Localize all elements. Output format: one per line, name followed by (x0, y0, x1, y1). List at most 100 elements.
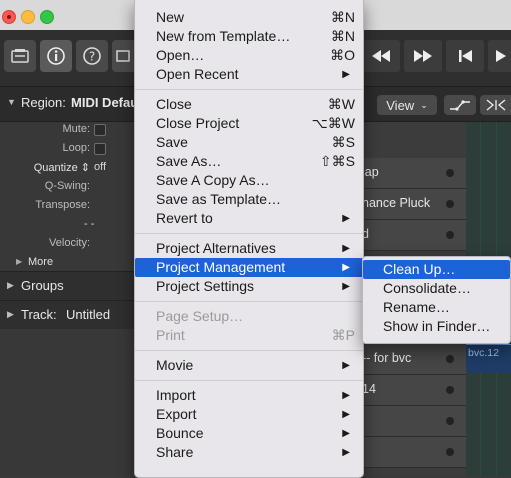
menu-item-revert-to[interactable]: Revert to ▶ (135, 209, 363, 228)
record-enable-dot[interactable] (446, 417, 454, 425)
menu-item-shortcut: ⌘P (331, 327, 355, 343)
menu-separator (135, 233, 363, 234)
loop-label: Loop: (62, 142, 90, 154)
menu-item-clean-up[interactable]: Clean Up… (363, 260, 510, 279)
menu-item-label: Close (156, 96, 192, 112)
menu-separator (135, 301, 363, 302)
menu-item-project-alternatives[interactable]: Project Alternatives ▶ (135, 239, 363, 258)
menu-item-label: Close Project (156, 115, 240, 131)
fast-forward-icon[interactable] (404, 40, 442, 72)
disclosure-right-icon: ▶ (7, 280, 14, 290)
transpose-value[interactable]: - - (84, 218, 94, 230)
mute-row: Mute: (0, 122, 134, 140)
view-menu-button[interactable]: View ⌄ (377, 95, 437, 115)
menu-item-save-as-template[interactable]: Save as Template… (135, 190, 363, 209)
menu-item-project-management[interactable]: Project Management ▶ (135, 258, 363, 277)
region-header[interactable]: ▼ Region: MIDI Defau (0, 93, 138, 115)
menu-item-bounce[interactable]: Bounce ▶ (135, 424, 363, 443)
menu-item-new-from-template[interactable]: New from Template… ⌘N (135, 27, 363, 46)
mute-label: Mute: (62, 123, 90, 135)
menu-item-rename[interactable]: Rename… (363, 298, 510, 317)
editor-icon[interactable] (112, 40, 134, 72)
velocity-row: Velocity: (0, 236, 134, 254)
track-row[interactable]: nance Pluck (362, 189, 466, 220)
menu-item-new[interactable]: New ⌘N (135, 8, 363, 27)
menu-item-movie[interactable]: Movie ▶ (135, 356, 363, 375)
library-icon[interactable] (4, 40, 36, 72)
menu-item-consolidate[interactable]: Consolidate… (363, 279, 510, 298)
track-name: Untitled (66, 307, 111, 322)
chevron-down-icon: ⌄ (420, 99, 428, 110)
to-start-icon[interactable] (446, 40, 484, 72)
automation-icon[interactable] (444, 95, 476, 115)
menu-separator (135, 380, 363, 381)
record-enable-dot[interactable] (446, 231, 454, 239)
submenu-arrow-icon: ▶ (342, 390, 350, 401)
record-enable-dot[interactable] (446, 169, 454, 177)
transpose-value-row: - - (0, 217, 134, 235)
region-inspector: Mute: Loop: Quantize ⇕ off Q-Swing: Tran… (0, 122, 134, 477)
menu-item-save[interactable]: Save ⌘S (135, 133, 363, 152)
menu-item-label: Project Alternatives (156, 240, 276, 256)
track-row[interactable]: -- for bvc (362, 344, 466, 375)
help-icon[interactable]: ? (76, 40, 108, 72)
quantize-value[interactable]: off (94, 161, 106, 173)
region-name: MIDI Defau (71, 95, 139, 110)
track-row[interactable] (362, 406, 466, 437)
menu-item-shortcut: ⌘N (330, 28, 355, 44)
zoom-window-button[interactable] (40, 10, 54, 24)
region-clip-label: bvc.12 (468, 347, 499, 359)
minimize-window-button[interactable] (21, 10, 35, 24)
menu-item-open[interactable]: Open… ⌘O (135, 46, 363, 65)
menu-item-close[interactable]: Close ⌘W (135, 95, 363, 114)
menu-item-show-in-finder[interactable]: Show in Finder… (363, 317, 510, 336)
track-row[interactable]: d (362, 220, 466, 251)
audio-region[interactable]: bvc.12 (466, 344, 511, 373)
menu-item-export[interactable]: Export ▶ (135, 405, 363, 424)
menu-item-label: Show in Finder… (383, 318, 491, 334)
play-icon[interactable] (488, 40, 511, 72)
menu-item-open-recent[interactable]: Open Recent ▶ (135, 65, 363, 84)
disclosure-right-icon: ▶ (16, 257, 23, 266)
flex-time-icon[interactable] (480, 95, 511, 115)
svg-text:?: ? (89, 50, 95, 64)
info-icon[interactable] (40, 40, 72, 72)
menu-item-import[interactable]: Import ▶ (135, 386, 363, 405)
submenu-arrow-icon: ▶ (342, 409, 350, 420)
quantize-row[interactable]: Quantize ⇕ off (0, 160, 134, 178)
menu-item-close-project[interactable]: Close Project ⌥⌘W (135, 114, 363, 133)
record-enable-dot[interactable] (446, 200, 454, 208)
menu-item-share[interactable]: Share ▶ (135, 443, 363, 462)
project-management-submenu: Clean Up… Consolidate… Rename… Show in Find… (362, 256, 511, 344)
menu-item-label: Clean Up… (383, 261, 456, 277)
loop-checkbox[interactable] (94, 143, 106, 155)
close-window-button[interactable] (2, 10, 16, 24)
track-row[interactable] (362, 437, 466, 468)
submenu-arrow-icon: ▶ (342, 281, 350, 292)
disclosure-down-icon: ▼ (7, 97, 16, 107)
menu-top-padding (135, 0, 363, 8)
menu-item-label: Movie (156, 357, 194, 373)
submenu-arrow-icon: ▶ (342, 213, 350, 224)
menu-item-save-a-copy-as[interactable]: Save A Copy As… (135, 171, 363, 190)
track-row[interactable]: lap (362, 158, 466, 189)
record-enable-dot[interactable] (446, 386, 454, 394)
groups-section[interactable]: ▶ Groups (0, 271, 134, 300)
menu-item-label: Import (156, 387, 196, 403)
menu-item-project-settings[interactable]: Project Settings ▶ (135, 277, 363, 296)
mute-checkbox[interactable] (94, 124, 106, 136)
track-section[interactable]: ▶ Track: Untitled (0, 300, 134, 329)
menu-item-shortcut: ⌘S (331, 134, 355, 150)
region-label: Region: (21, 95, 66, 110)
menu-item-label: Save (156, 134, 188, 150)
menu-item-label: Open… (156, 47, 205, 63)
record-enable-dot[interactable] (446, 448, 454, 456)
menu-item-label: Export (156, 406, 197, 422)
menu-item-page-setup: Page Setup… (135, 307, 363, 326)
menu-item-save-as[interactable]: Save As… ⇧⌘S (135, 152, 363, 171)
track-row[interactable]: 14 (362, 375, 466, 406)
record-enable-dot[interactable] (446, 355, 454, 363)
track-name: 14 (362, 382, 376, 396)
menu-item-shortcut: ⌘O (330, 47, 355, 63)
rewind-icon[interactable] (362, 40, 400, 72)
